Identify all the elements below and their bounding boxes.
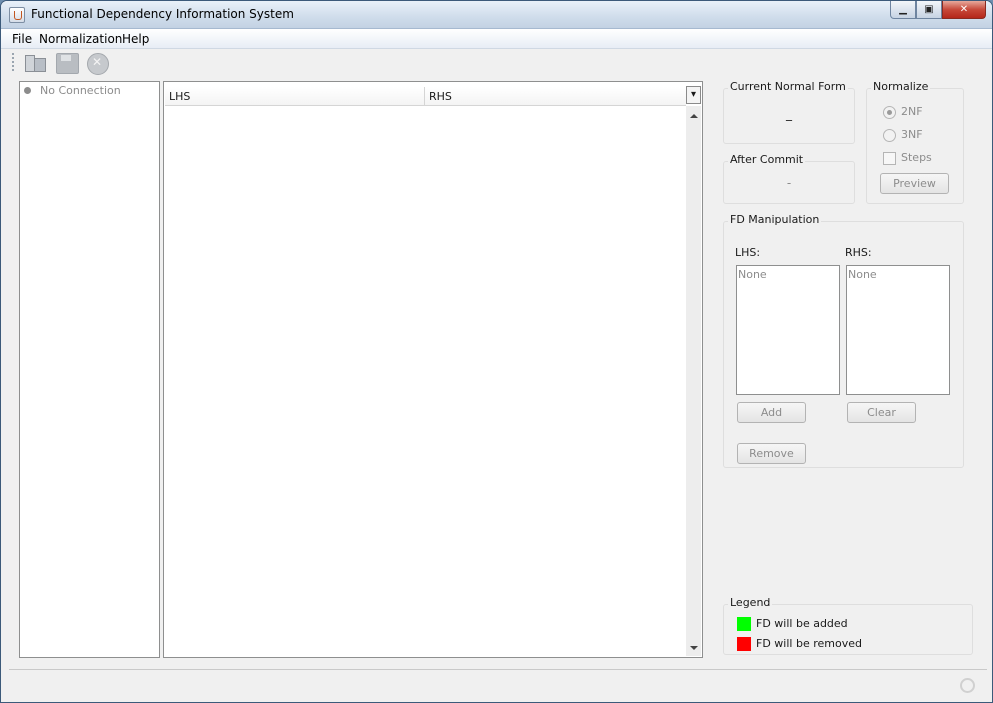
maximize-button[interactable]: ▣ <box>916 1 942 19</box>
current-normal-form-value: _ <box>786 107 792 121</box>
radio-2nf[interactable] <box>883 106 896 119</box>
after-commit-group: After Commit - <box>723 153 855 204</box>
minimize-button[interactable]: ▁ <box>890 1 916 19</box>
legend-group: Legend FD will be added FD will be remov… <box>723 596 973 655</box>
rhs-label: RHS: <box>845 246 872 259</box>
steps-label: Steps <box>901 151 932 164</box>
legend-swatch-removed <box>737 637 751 651</box>
remove-button[interactable]: Remove <box>737 443 806 464</box>
menu-help[interactable]: Help <box>122 32 149 46</box>
menu-file[interactable]: File <box>12 32 32 46</box>
minimize-icon: ▁ <box>899 4 907 15</box>
table-header: LHS RHS <box>165 87 686 106</box>
status-indicator-icon <box>960 678 975 693</box>
rhs-list-item[interactable]: None <box>848 268 877 281</box>
menu-normalization[interactable]: Normalization <box>39 32 122 46</box>
legend-swatch-added <box>737 617 751 631</box>
window-title: Functional Dependency Information System <box>31 7 294 21</box>
toolbar <box>1 49 992 77</box>
fd-manipulation-group: FD Manipulation LHS: RHS: None None Add … <box>723 213 964 468</box>
connect-icon[interactable] <box>23 52 47 74</box>
lhs-label: LHS: <box>735 246 761 259</box>
tree-node-icon <box>24 87 31 94</box>
caption-buttons: ▁ ▣ ✕ <box>890 1 986 19</box>
legend-title: Legend <box>728 596 773 609</box>
menu-bar: File Normalization Help <box>1 29 992 49</box>
clear-button[interactable]: Clear <box>847 402 916 423</box>
toolbar-grip[interactable] <box>12 53 15 71</box>
radio-3nf[interactable] <box>883 129 896 142</box>
tree-node-label[interactable]: No Connection <box>40 84 121 97</box>
current-normal-form-group: Current Normal Form _ <box>723 80 855 144</box>
normalize-title: Normalize <box>871 80 931 93</box>
radio-3nf-label: 3NF <box>901 128 923 141</box>
close-icon: ✕ <box>959 4 969 15</box>
java-app-icon <box>9 7 25 23</box>
column-header-lhs[interactable]: LHS <box>165 87 425 106</box>
app-window: Functional Dependency Information System… <box>0 0 993 703</box>
normalize-group: Normalize 2NF 3NF Steps Preview <box>866 80 964 204</box>
scroll-down-icon[interactable] <box>690 646 698 650</box>
save-icon[interactable] <box>55 52 79 74</box>
after-commit-title: After Commit <box>728 153 806 166</box>
column-control-icon[interactable]: ▾ <box>686 86 701 104</box>
fd-manipulation-title: FD Manipulation <box>728 213 822 226</box>
close-button[interactable]: ✕ <box>942 1 986 19</box>
vertical-scrollbar[interactable] <box>686 106 701 656</box>
lhs-list-item[interactable]: None <box>738 268 767 281</box>
legend-label-removed: FD will be removed <box>756 637 862 650</box>
scroll-up-icon[interactable] <box>690 114 698 118</box>
title-bar[interactable]: Functional Dependency Information System… <box>1 1 992 29</box>
column-header-rhs[interactable]: RHS <box>425 87 686 106</box>
rhs-list[interactable]: None <box>846 265 950 395</box>
status-bar-divider <box>9 669 987 670</box>
legend-label-added: FD will be added <box>756 617 848 630</box>
stop-icon[interactable] <box>86 52 110 75</box>
steps-checkbox[interactable] <box>883 152 896 165</box>
preview-button[interactable]: Preview <box>880 173 949 194</box>
fd-table[interactable]: LHS RHS ▾ <box>163 81 703 658</box>
connection-tree[interactable]: No Connection <box>19 81 160 658</box>
current-normal-form-title: Current Normal Form <box>728 80 848 93</box>
maximize-icon: ▣ <box>924 4 934 15</box>
lhs-list[interactable]: None <box>736 265 840 395</box>
radio-2nf-label: 2NF <box>901 105 923 118</box>
after-commit-value: - <box>786 176 792 190</box>
add-button[interactable]: Add <box>737 402 806 423</box>
